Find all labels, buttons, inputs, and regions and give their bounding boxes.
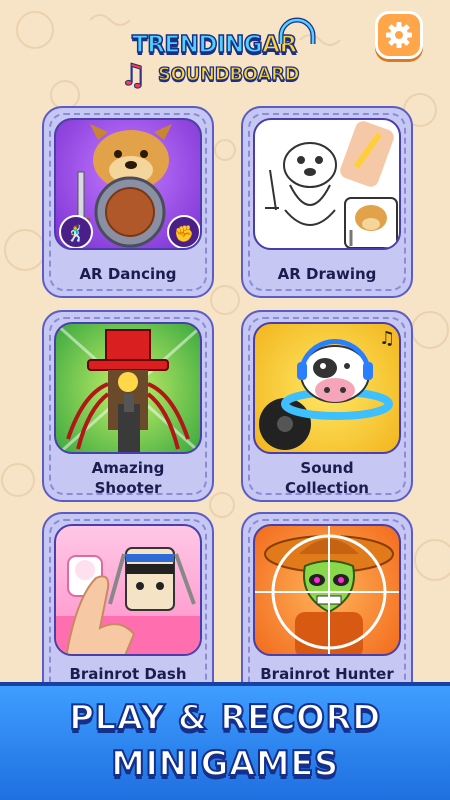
card-ar-drawing[interactable]: AR Drawing [241, 106, 413, 298]
card-label: Brainrot Hunter [260, 665, 394, 683]
card-brainrot-hunter[interactable]: Brainrot Hunter [241, 512, 413, 704]
app-logo: TRENDINGAR ♫ SOUNDBOARD [120, 14, 335, 94]
card-sound-collection[interactable]: ♫ Sound Collection [241, 310, 413, 502]
svg-text:✊: ✊ [174, 224, 194, 243]
card-amazing-shooter[interactable]: Amazing Shooter [42, 310, 214, 502]
svg-text:🕺: 🕺 [66, 224, 86, 243]
sound-collection-thumbnail: ♫ [253, 322, 401, 454]
ar-dancing-thumbnail: 🕺 ✊ [54, 118, 202, 250]
card-label-line2: Shooter [94, 479, 162, 497]
card-label-line2: Collection [285, 479, 369, 497]
logo-title-line1: TRENDINGAR [131, 31, 298, 59]
card-label: AR Drawing [277, 265, 377, 283]
brainrot-hunter-thumbnail [253, 524, 401, 656]
banner-title-line2: MINIGAMES [110, 743, 339, 785]
card-label: AR Dancing [79, 265, 177, 283]
gear-icon [386, 22, 412, 48]
settings-button[interactable] [375, 11, 423, 59]
amazing-shooter-thumbnail [54, 322, 202, 454]
card-ar-dancing[interactable]: 🕺 ✊ AR Dancing [42, 106, 214, 298]
card-label: Amazing Shooter [44, 458, 212, 498]
card-label: Brainrot Dash [69, 665, 187, 683]
card-label-line1: Amazing [91, 459, 165, 477]
banner-title-line1: PLAY & RECORD [68, 697, 381, 739]
logo-trending-text: TRENDING [131, 31, 263, 59]
music-note-icon: ♫ [120, 58, 148, 94]
card-label-line1: Sound [300, 459, 354, 477]
ar-drawing-thumbnail [253, 118, 401, 250]
card-label: Sound Collection [243, 458, 411, 498]
card-brainrot-dash[interactable]: Brainrot Dash [42, 512, 214, 704]
header: TRENDINGAR ♫ SOUNDBOARD [0, 0, 450, 100]
headphones-icon [278, 17, 316, 44]
brainrot-dash-thumbnail [54, 524, 202, 656]
promo-banner: PLAY & RECORD MINIGAMES [0, 682, 450, 800]
logo-title-line2: SOUNDBOARD [157, 63, 300, 85]
svg-text:♫: ♫ [379, 328, 395, 349]
